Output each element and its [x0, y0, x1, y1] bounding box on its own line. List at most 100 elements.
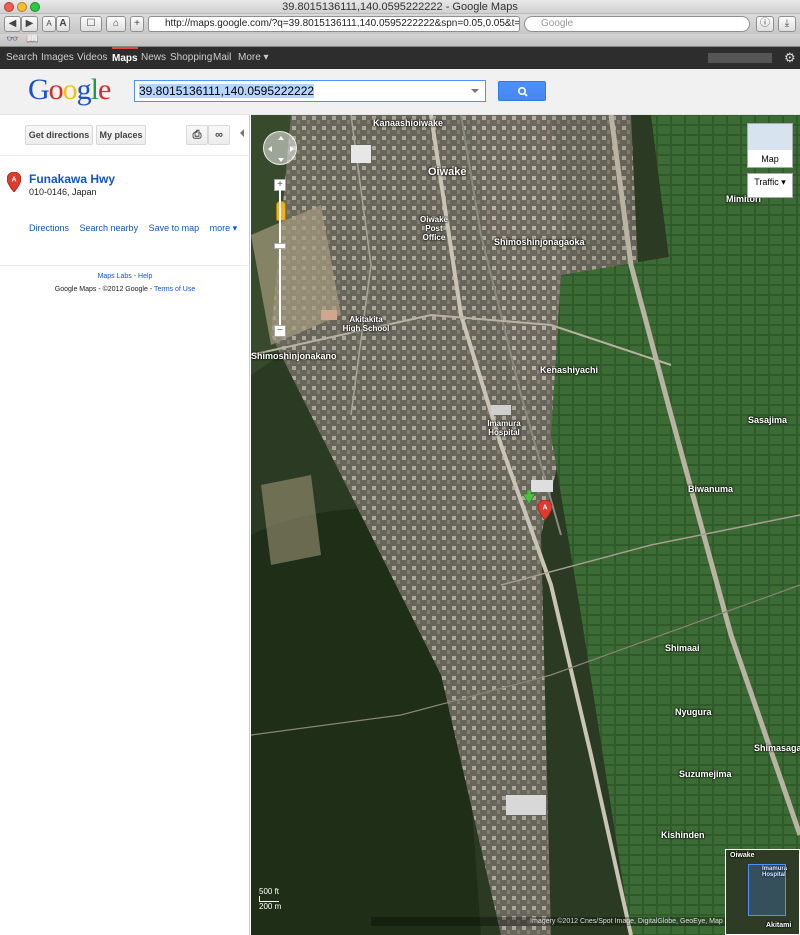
divider — [0, 155, 250, 156]
place-address: 010-0146, Japan — [29, 187, 97, 197]
map-label: Akitakita High School — [342, 315, 390, 333]
minimize-window-button[interactable] — [17, 2, 27, 12]
map-label: Biwanuma — [688, 484, 734, 494]
map-type-button[interactable]: Map — [747, 123, 793, 168]
place-name-link[interactable]: Funakawa Hwy — [29, 172, 115, 186]
zoom-window-button[interactable] — [30, 2, 40, 12]
nav-maps[interactable]: Maps — [112, 47, 138, 69]
satellite-map[interactable]: Kanaashioiwake Oiwake Shimoshinjonagaoka… — [251, 115, 800, 935]
map-label: Suzumejima — [679, 769, 732, 779]
maps-search-input[interactable]: 39.8015136111,140.0595222222 — [134, 80, 486, 102]
logo-letter: o — [48, 73, 64, 106]
reading-list-icon[interactable]: 👓 — [6, 34, 18, 45]
search-button[interactable] — [498, 81, 546, 101]
map-label: Shimasagari — [754, 743, 800, 753]
bookmarks-icon[interactable]: 📖 — [26, 34, 38, 45]
logo-letter: l — [90, 73, 99, 106]
font-smaller-button[interactable]: A — [42, 16, 56, 32]
more-actions-link[interactable]: more ▾ — [210, 223, 238, 233]
map-label: Kishinden — [661, 830, 705, 840]
url-text: http://maps.google.com/?q=39.8015136111,… — [165, 18, 520, 29]
my-places-button[interactable]: My places — [96, 125, 146, 145]
maps-labs-help-link[interactable]: Maps Labs - Help — [0, 273, 250, 280]
scale-m: 200 m — [259, 902, 282, 911]
nav-shopping[interactable]: Shopping — [170, 47, 212, 69]
map-label: Shimaai — [665, 643, 700, 653]
pan-arrows-icon — [268, 136, 294, 162]
overview-map[interactable]: Oiwake Imamura Hospital Akitami — [725, 849, 800, 935]
collapse-panel-icon[interactable] — [240, 129, 244, 137]
map-label: Oiwake — [428, 166, 467, 178]
overview-label: Akitami — [766, 922, 792, 929]
search-icon — [517, 87, 528, 97]
map-label: Imamura Hospital — [487, 419, 521, 437]
print-icon[interactable]: ⎙ — [186, 125, 208, 145]
logo-letter: G — [28, 73, 50, 106]
map-label: Oiwake Post Office — [419, 215, 448, 242]
scale-ft: 500 ft — [259, 887, 280, 896]
window-titlebar: 39.8015136111,140.0595222222 - Google Ma… — [0, 0, 800, 14]
logo-letter: e — [98, 73, 111, 106]
terms-of-use-link[interactable]: Terms of Use — [154, 286, 195, 293]
query-text: 39.8015136111,140.0595222222 — [139, 84, 315, 98]
nav-more[interactable]: More ▾ — [238, 47, 269, 69]
traffic-label: Traffic ▾ — [754, 177, 786, 187]
green-arrow-icon — [523, 490, 535, 504]
save-to-map-link[interactable]: Save to map — [149, 223, 200, 233]
marker-a-icon[interactable]: A — [538, 500, 552, 520]
map-label: Kenashiyachi — [540, 365, 599, 375]
search-placeholder: Google — [541, 18, 574, 29]
marker-a-icon[interactable]: A — [7, 172, 21, 192]
overview-viewport[interactable] — [748, 864, 786, 916]
map-label: Nyugura — [675, 707, 712, 717]
browser-toolbar: ◀ ▶ A A ☐ ⌂ + http://maps.google.com/?q=… — [0, 14, 800, 34]
map-label: Sasajima — [748, 415, 788, 425]
download-icon[interactable]: ⤓ — [778, 16, 796, 32]
new-tab-button[interactable]: + — [130, 16, 144, 32]
map-scale: 500 ft 200 m — [259, 887, 281, 911]
info-icon[interactable]: ⓘ — [756, 16, 774, 32]
reader-icon[interactable]: ☐ — [80, 16, 102, 32]
forward-button[interactable]: ▶ — [21, 16, 38, 32]
nav-mail[interactable]: Mail — [213, 47, 231, 69]
zoom-out-button[interactable]: − — [274, 325, 286, 337]
search-nearby-link[interactable]: Search nearby — [80, 223, 139, 233]
street-view-pegman-icon[interactable] — [276, 201, 286, 221]
search-header: Google 39.8015136111,140.0595222222 — [0, 69, 800, 115]
marker-letter: A — [542, 505, 547, 512]
map-thumbnail — [748, 124, 792, 150]
nav-videos[interactable]: Videos — [77, 47, 107, 69]
copyright-text: Google Maps - ©2012 Google - — [54, 286, 154, 293]
google-nav-bar: Search Images Videos Maps News Shopping … — [0, 47, 800, 69]
directions-link[interactable]: Directions — [29, 223, 69, 233]
zoom-slider-handle[interactable] — [274, 243, 286, 249]
marker-letter: A — [11, 177, 16, 184]
account-name[interactable] — [708, 53, 772, 63]
map-label: Shimoshinjonagaoka — [494, 237, 585, 247]
back-button[interactable]: ◀ — [4, 16, 21, 32]
nav-news[interactable]: News — [141, 47, 166, 69]
home-icon[interactable]: ⌂ — [106, 16, 126, 32]
zoom-slider[interactable] — [279, 189, 281, 329]
link-icon[interactable]: ∞ — [208, 125, 230, 145]
settings-gear-icon[interactable]: ⚙ — [784, 50, 796, 66]
logo-letter: g — [76, 73, 92, 106]
get-directions-button[interactable]: Get directions — [25, 125, 93, 145]
font-larger-button[interactable]: A — [56, 16, 70, 32]
place-actions: Directions Search nearby Save to map mor… — [29, 223, 245, 234]
traffic-button[interactable]: Traffic ▾ — [747, 173, 793, 198]
overview-label: Oiwake — [730, 852, 755, 859]
browser-search-field[interactable]: Google — [524, 16, 750, 32]
dropdown-arrow-icon[interactable] — [471, 89, 479, 93]
nav-images[interactable]: Images — [41, 47, 74, 69]
close-window-button[interactable] — [4, 2, 14, 12]
bookmarks-bar: 👓 📖 — [0, 34, 800, 47]
window-title: 39.8015136111,140.0595222222 - Google Ma… — [282, 1, 518, 13]
pan-control[interactable] — [263, 131, 297, 165]
nav-search[interactable]: Search — [6, 47, 38, 69]
left-panel: Get directions My places ⎙ ∞ A Funakawa … — [0, 115, 250, 935]
map-type-label: Map — [761, 154, 779, 164]
url-bar[interactable]: http://maps.google.com/?q=39.8015136111,… — [148, 16, 520, 32]
google-logo[interactable]: Google — [28, 73, 111, 107]
map-label: Shimoshinjonakano — [251, 351, 337, 361]
